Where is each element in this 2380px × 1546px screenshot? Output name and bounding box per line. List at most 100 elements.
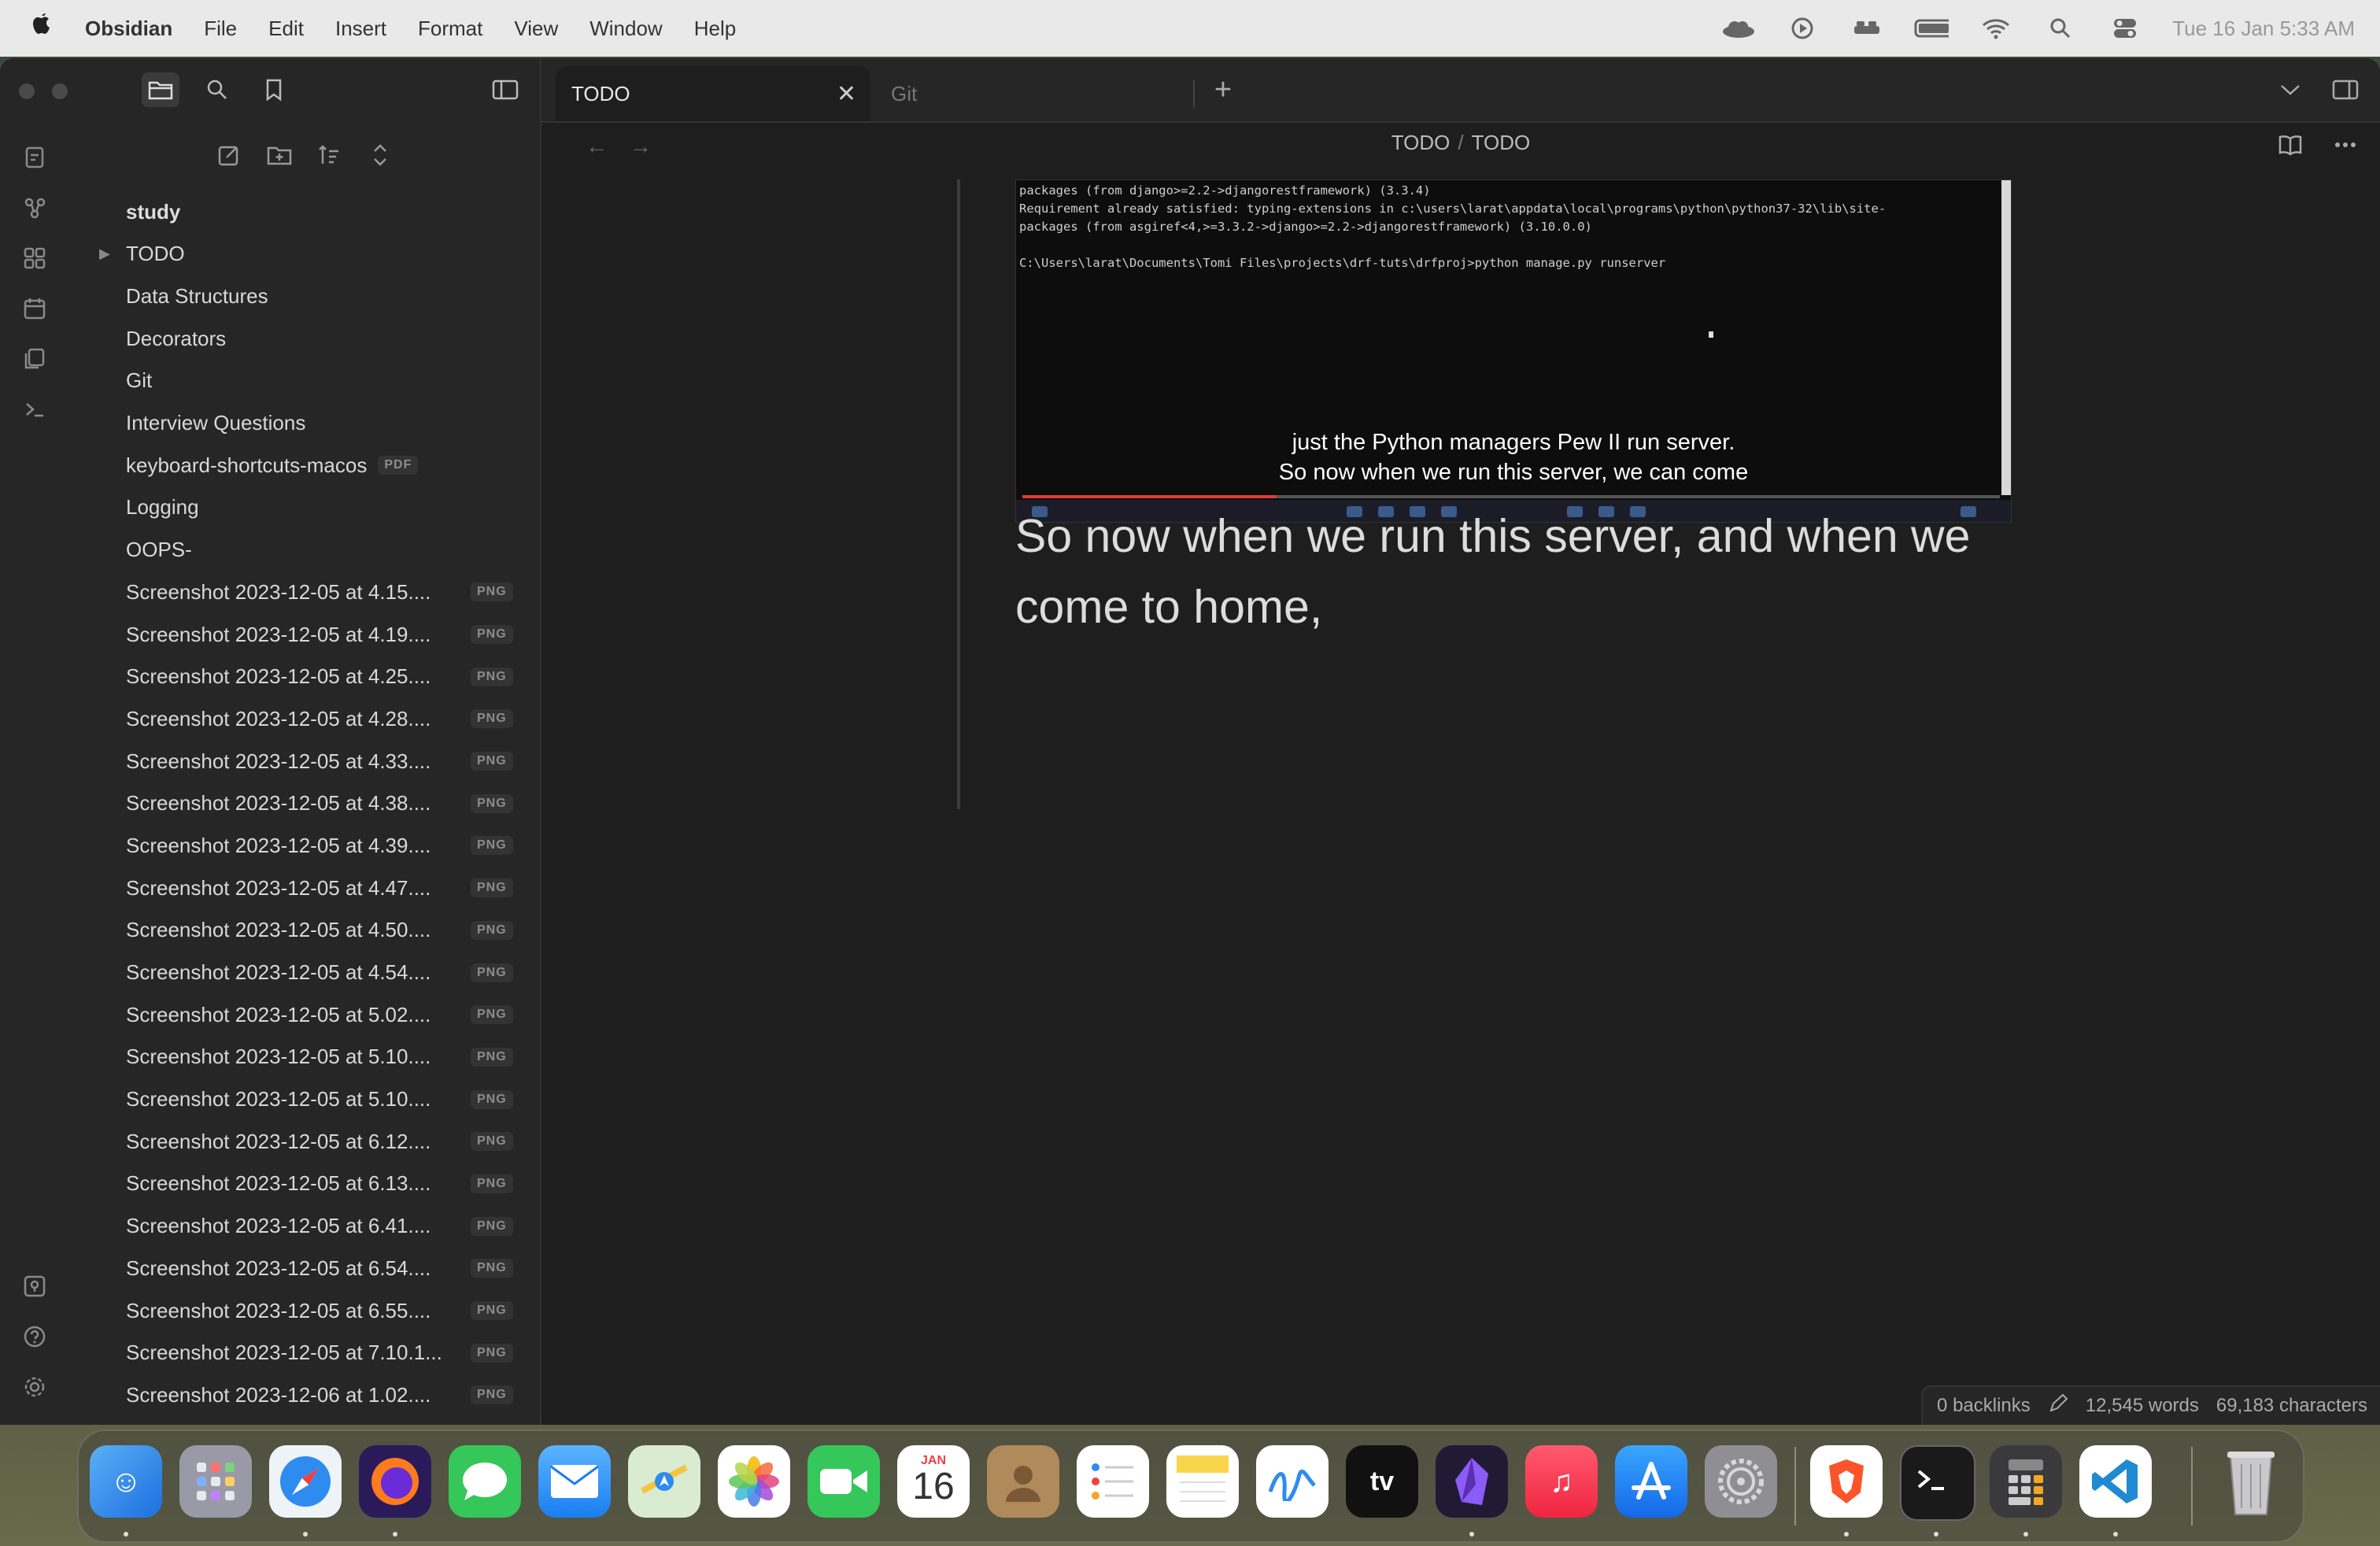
vscode-icon[interactable]: [2079, 1445, 2152, 1518]
file-item[interactable]: Screenshot 2023-12-05 at 6.12.... PNG: [69, 1120, 540, 1163]
collapse-all-icon[interactable]: [362, 137, 398, 173]
graph-view-icon[interactable]: [17, 190, 52, 225]
tab-todo[interactable]: TODO ✕: [556, 66, 870, 121]
embedded-video-screenshot[interactable]: packages (from django>=2.2->djangorestfr…: [1015, 179, 2012, 523]
file-item[interactable]: Screenshot 2023-12-06 at 1.02.... PNG: [69, 1374, 540, 1417]
file-item[interactable]: Screenshot 2023-12-05 at 6.13.... PNG: [69, 1163, 540, 1205]
file-item[interactable]: Screenshot 2023-12-05 at 4.15.... PNG: [69, 571, 540, 614]
finder-icon[interactable]: ☺: [90, 1445, 162, 1518]
new-tab-plus-icon[interactable]: +: [1203, 69, 1244, 110]
minimize-window-button[interactable]: [52, 83, 68, 99]
settings-gear-icon[interactable]: [17, 1370, 52, 1404]
terminal-icon[interactable]: [1900, 1445, 1975, 1521]
bed-icon[interactable]: [1850, 16, 1884, 41]
breadcrumb-folder[interactable]: TODO: [1391, 131, 1451, 154]
close-tab-icon[interactable]: ✕: [837, 80, 856, 108]
brave-browser-icon[interactable]: [1810, 1445, 1883, 1518]
music-icon[interactable]: ♫: [1525, 1445, 1598, 1518]
calculator-icon[interactable]: [1990, 1445, 2062, 1518]
menu-file[interactable]: File: [204, 17, 237, 41]
file-item[interactable]: Screenshot 2023-12-05 at 5.10.... PNG: [69, 1036, 540, 1078]
bookmark-icon[interactable]: [255, 72, 293, 107]
file-item[interactable]: Data Structures: [69, 276, 540, 318]
note-text[interactable]: So now when we run this server, and when…: [1015, 501, 2038, 642]
search-icon[interactable]: [2043, 16, 2078, 41]
file-item[interactable]: Screenshot 2023-12-05 at 5.02.... PNG: [69, 993, 540, 1036]
templates-icon[interactable]: [17, 342, 52, 376]
vault-switcher-icon[interactable]: [17, 1269, 52, 1304]
launchpad-icon[interactable]: [179, 1445, 252, 1518]
reading-view-book-icon[interactable]: [2273, 128, 2308, 162]
file-item[interactable]: Screenshot 2023-12-05 at 7.10.1... PNG: [69, 1332, 540, 1374]
file-item[interactable]: Screenshot 2023-12-05 at 4.50.... PNG: [69, 909, 540, 952]
file-item[interactable]: Git: [69, 360, 540, 402]
file-item[interactable]: Screenshot 2023-12-05 at 5.10.... PNG: [69, 1078, 540, 1121]
file-item[interactable]: Screenshot 2023-12-05 at 4.25.... PNG: [69, 656, 540, 698]
file-item[interactable]: Screenshot 2023-12-05 at 4.39.... PNG: [69, 825, 540, 867]
toggle-right-sidebar-icon[interactable]: [2328, 72, 2363, 107]
menu-format[interactable]: Format: [418, 17, 482, 41]
new-folder-icon[interactable]: [261, 137, 298, 173]
calendar-icon[interactable]: [17, 291, 52, 326]
menu-edit[interactable]: Edit: [268, 17, 304, 41]
edit-mode-pencil-icon[interactable]: [2048, 1393, 2068, 1419]
folder-item[interactable]: ▶ TODO: [69, 233, 540, 276]
apple-menu-icon[interactable]: [30, 12, 57, 46]
tab-list-chevron-down-icon[interactable]: [2273, 72, 2308, 107]
search-icon[interactable]: [198, 72, 236, 107]
command-palette-icon[interactable]: [17, 392, 52, 427]
cloud-icon[interactable]: [1720, 16, 1755, 41]
mail-icon[interactable]: [538, 1445, 611, 1518]
obsidian-icon[interactable]: [1436, 1445, 1508, 1518]
file-item[interactable]: Screenshot 2023-12-05 at 4.28.... PNG: [69, 698, 540, 741]
sort-order-icon[interactable]: [312, 137, 348, 173]
menu-help[interactable]: Help: [694, 17, 736, 41]
open-quick-switcher-icon[interactable]: [17, 140, 52, 175]
file-item[interactable]: Screenshot 2023-12-05 at 6.41.... PNG: [69, 1205, 540, 1248]
play-icon[interactable]: [1785, 16, 1820, 41]
breadcrumb-file[interactable]: TODO: [1472, 131, 1531, 154]
app-store-icon[interactable]: [1615, 1445, 1687, 1518]
file-item[interactable]: Screenshot 2023-12-05 at 4.19.... PNG: [69, 613, 540, 656]
control-center-icon[interactable]: [2108, 16, 2142, 41]
help-icon[interactable]: [17, 1319, 52, 1354]
contacts-icon[interactable]: [987, 1445, 1059, 1518]
file-item[interactable]: keyboard-shortcuts-macos PDF: [69, 444, 540, 486]
system-settings-gear-icon[interactable]: [1705, 1445, 1777, 1518]
file-item[interactable]: OOPS-: [69, 529, 540, 571]
menubar-clock[interactable]: Tue 16 Jan 5:33 AM: [2172, 17, 2355, 41]
file-item[interactable]: Screenshot 2023-12-05 at 4.54.... PNG: [69, 952, 540, 994]
freeform-icon[interactable]: [1256, 1445, 1329, 1518]
trash-icon[interactable]: [2215, 1445, 2287, 1518]
more-options-icon[interactable]: [2328, 128, 2363, 162]
file-item[interactable]: Logging: [69, 486, 540, 529]
close-window-button[interactable]: [19, 83, 35, 99]
wifi-icon[interactable]: [1979, 16, 2013, 41]
apple-tv-icon[interactable]: tv: [1346, 1445, 1418, 1518]
battery-icon[interactable]: [1914, 16, 1949, 41]
calendar-app-icon[interactable]: JAN 16: [897, 1445, 970, 1518]
file-item[interactable]: Screenshot 2023-12-05 at 6.55.... PNG: [69, 1289, 540, 1332]
messages-icon[interactable]: [449, 1445, 521, 1518]
file-item[interactable]: Screenshot 2023-12-05 at 6.54.... PNG: [69, 1248, 540, 1290]
file-item[interactable]: Screenshot 2023-12-05 at 4.38.... PNG: [69, 782, 540, 825]
menu-insert[interactable]: Insert: [335, 17, 386, 41]
tab-git[interactable]: Git: [880, 66, 1195, 121]
vault-name[interactable]: study: [69, 190, 540, 233]
menu-window[interactable]: Window: [589, 17, 662, 41]
file-item[interactable]: Decorators: [69, 317, 540, 360]
canvas-icon[interactable]: [17, 241, 52, 276]
reminders-icon[interactable]: [1077, 1445, 1149, 1518]
safari-icon[interactable]: [269, 1445, 342, 1518]
notes-icon[interactable]: [1166, 1445, 1239, 1518]
backlinks-count[interactable]: 0 backlinks: [1937, 1395, 2031, 1417]
menu-app-name[interactable]: Obsidian: [85, 17, 172, 41]
file-item[interactable]: Interview Questions: [69, 402, 540, 445]
menu-view[interactable]: View: [514, 17, 558, 41]
chevron-right-icon[interactable]: ▶: [99, 246, 110, 262]
maps-icon[interactable]: [628, 1445, 700, 1518]
file-item[interactable]: Screenshot 2023-12-05 at 4.33.... PNG: [69, 740, 540, 782]
photos-icon[interactable]: [718, 1445, 790, 1518]
file-item[interactable]: Screenshot 2023-12-05 at 4.47.... PNG: [69, 867, 540, 909]
collapse-sidebar-icon[interactable]: [486, 72, 524, 107]
